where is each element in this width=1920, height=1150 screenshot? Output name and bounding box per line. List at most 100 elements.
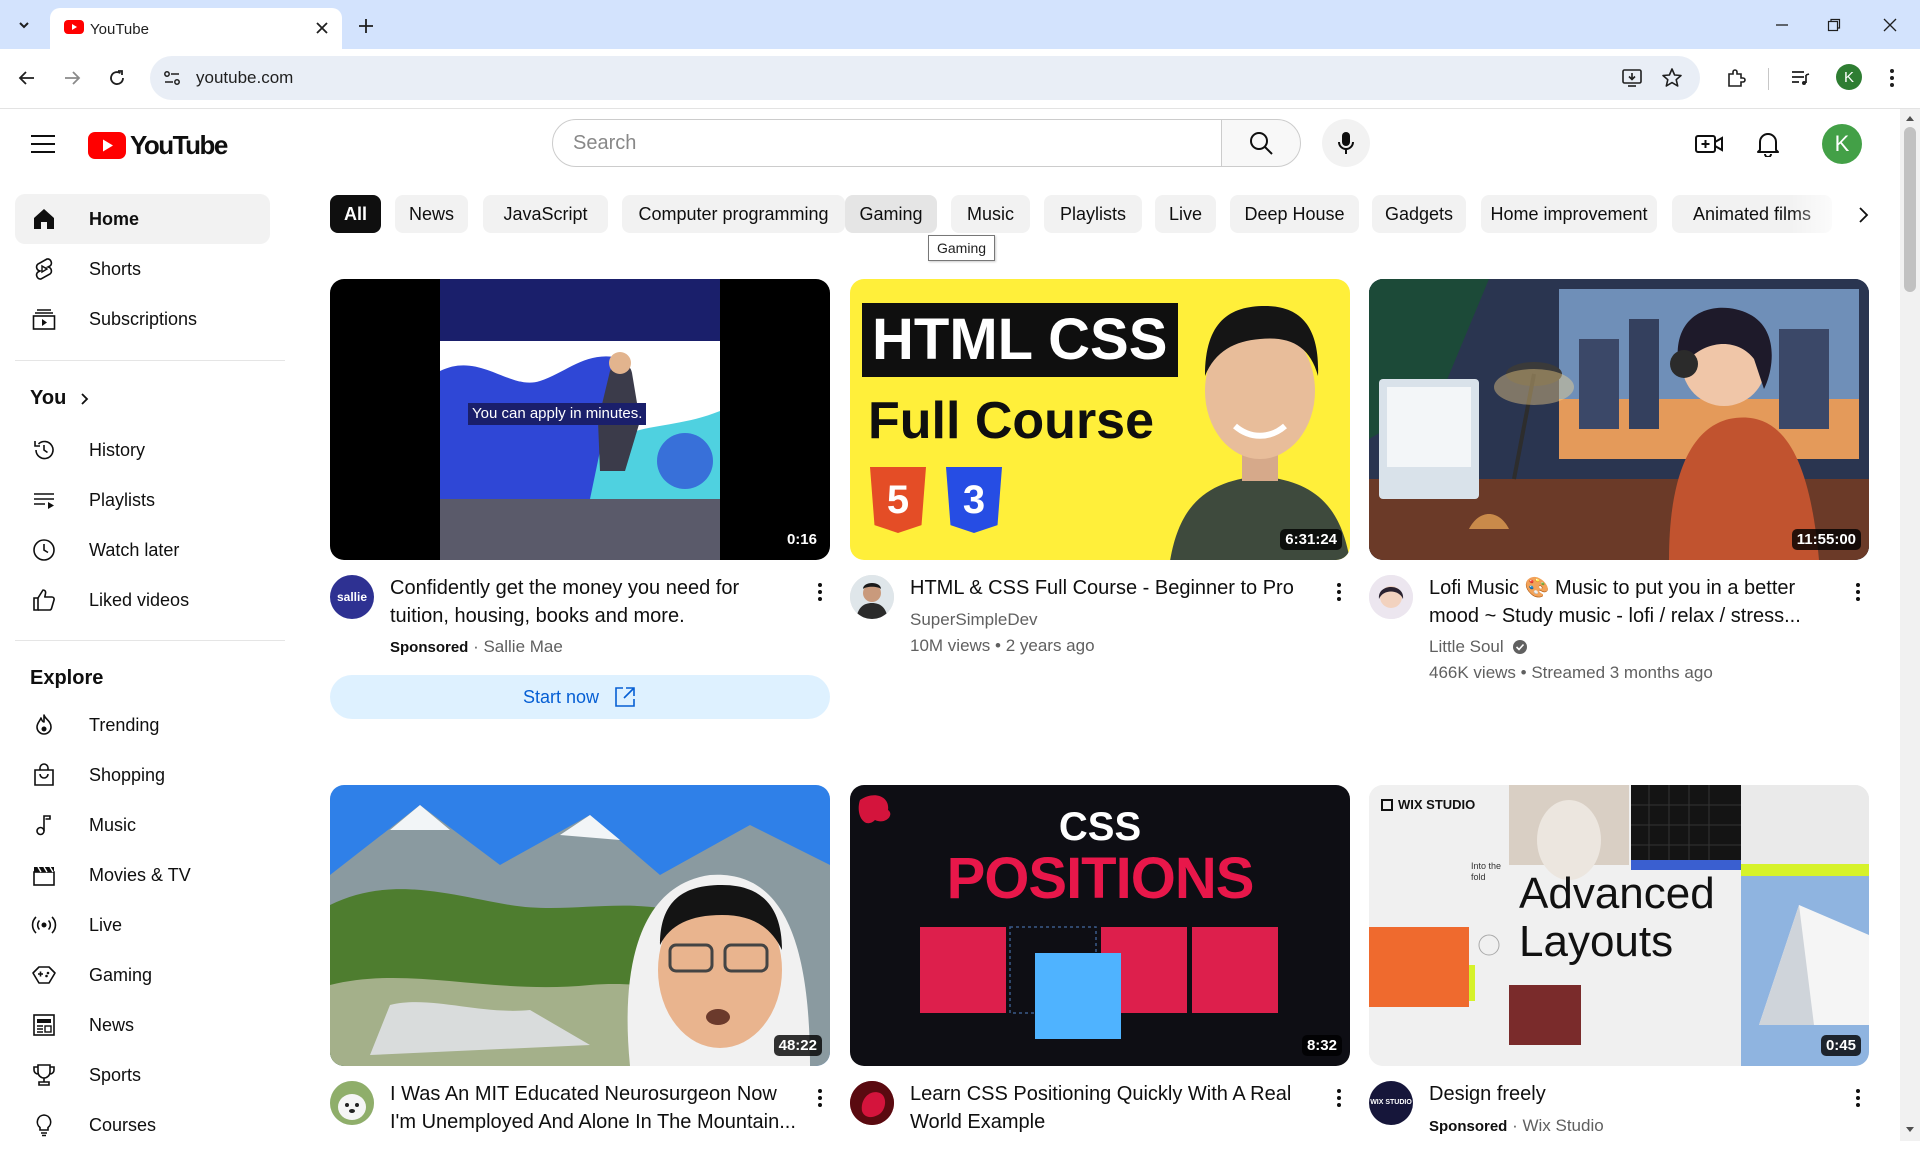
- chip-deep-house[interactable]: Deep House: [1230, 195, 1359, 233]
- chips-next-button[interactable]: [1848, 200, 1878, 230]
- video-thumbnail-mountains[interactable]: 48:22: [330, 785, 830, 1066]
- sidebar-item-playlists[interactable]: Playlists: [15, 475, 270, 525]
- page-scrollbar[interactable]: [1900, 109, 1920, 1141]
- video-thumbnail-html-css-course[interactable]: HTML CSS Full Course 5 3 6:31:24: [850, 279, 1350, 560]
- chip-gadgets[interactable]: Gadgets: [1372, 195, 1466, 233]
- install-app-icon[interactable]: [1620, 66, 1644, 90]
- chip-computer-programming[interactable]: Computer programming: [622, 195, 845, 233]
- chip-music[interactable]: Music: [951, 195, 1030, 233]
- kebab-menu-icon: [818, 583, 822, 601]
- video-duration: 8:32: [1301, 1035, 1342, 1056]
- video-more-button[interactable]: [1846, 577, 1870, 607]
- video-thumbnail-css-positions[interactable]: CSS POSITIONS 8:32: [850, 785, 1350, 1066]
- scrollbar-thumb[interactable]: [1904, 127, 1916, 292]
- video-title[interactable]: Confidently get the money you need for t…: [390, 574, 800, 630]
- youtube-logo[interactable]: YouTube: [88, 130, 228, 161]
- chip-playlists[interactable]: Playlists: [1044, 195, 1142, 233]
- thumbnail-subheadline: POSITIONS: [946, 846, 1255, 911]
- video-thumbnail-wix-studio[interactable]: WIX STUDIO Into the fold Advanced Layout…: [1369, 785, 1869, 1066]
- chevron-right-icon: [1859, 207, 1869, 223]
- video-title[interactable]: Learn CSS Positioning Quickly With A Rea…: [910, 1080, 1320, 1136]
- channel-avatar[interactable]: [1369, 575, 1413, 619]
- scroll-up-arrow-icon[interactable]: [1904, 113, 1916, 123]
- scroll-down-arrow-icon[interactable]: [1904, 1125, 1916, 1135]
- chip-gaming[interactable]: Gaming: [845, 195, 937, 233]
- channel-name[interactable]: Little Soul: [1429, 634, 1504, 660]
- sidebar-item-shopping[interactable]: Shopping: [15, 750, 270, 800]
- sidebar-item-history[interactable]: History: [15, 425, 270, 475]
- media-controls-button[interactable]: [1784, 62, 1816, 94]
- sidebar-item-music[interactable]: Music: [15, 800, 270, 850]
- voice-search-button[interactable]: [1322, 119, 1370, 167]
- channel-avatar[interactable]: WIX STUDIO: [1369, 1081, 1413, 1125]
- video-thumbnail-sallie-mae[interactable]: You can apply in minutes. 0:16: [330, 279, 830, 560]
- browser-menu-button[interactable]: [1876, 62, 1908, 94]
- search-button[interactable]: [1221, 119, 1301, 167]
- sidebar-item-shorts[interactable]: Shorts: [15, 244, 270, 294]
- channel-avatar[interactable]: sallie: [330, 575, 374, 619]
- guide-menu-button[interactable]: [28, 129, 58, 159]
- tab-close-icon[interactable]: [312, 18, 332, 38]
- sidebar-item-label: Trending: [89, 714, 160, 735]
- chip-javascript[interactable]: JavaScript: [483, 195, 608, 233]
- bookmark-star-icon[interactable]: [1660, 66, 1684, 90]
- notifications-button[interactable]: [1753, 129, 1783, 159]
- video-more-button[interactable]: [1846, 1083, 1870, 1113]
- sidebar-item-live[interactable]: Live: [15, 900, 270, 950]
- restore-window-button[interactable]: [1814, 10, 1854, 40]
- sidebar-item-courses[interactable]: Courses: [15, 1100, 270, 1150]
- sidebar-item-news[interactable]: News: [15, 1000, 270, 1050]
- channel-name[interactable]: Sallie Mae: [483, 637, 562, 656]
- chip-all[interactable]: All: [330, 195, 381, 233]
- account-avatar[interactable]: K: [1822, 124, 1862, 164]
- create-button[interactable]: [1694, 129, 1724, 159]
- tab-search-dropdown-button[interactable]: [8, 9, 40, 41]
- video-title[interactable]: Lofi Music 🎨 Music to put you in a bette…: [1429, 574, 1849, 630]
- chip-tooltip: Gaming: [928, 235, 996, 261]
- sidebar-item-subscriptions[interactable]: Subscriptions: [15, 294, 270, 344]
- channel-avatar[interactable]: [330, 1081, 374, 1125]
- tab-title: YouTube: [90, 21, 149, 38]
- video-title[interactable]: I Was An MIT Educated Neurosurgeon Now I…: [390, 1080, 800, 1136]
- you-heading-label: You: [30, 387, 67, 409]
- browser-profile-avatar[interactable]: K: [1836, 64, 1862, 90]
- video-more-button[interactable]: [1327, 1083, 1351, 1113]
- video-title[interactable]: HTML & CSS Full Course - Beginner to Pro: [910, 574, 1320, 602]
- sidebar-item-sports[interactable]: Sports: [15, 1050, 270, 1100]
- chip-news[interactable]: News: [395, 195, 468, 233]
- channel-avatar[interactable]: [850, 1081, 894, 1125]
- sidebar-item-trending[interactable]: Trending: [15, 700, 270, 750]
- chip-home-improvement[interactable]: Home improvement: [1481, 195, 1657, 233]
- sidebar-item-movies-tv[interactable]: Movies & TV: [15, 850, 270, 900]
- site-info-icon[interactable]: [162, 68, 182, 88]
- close-window-button[interactable]: [1870, 10, 1910, 40]
- address-bar[interactable]: youtube.com: [150, 56, 1700, 100]
- channel-name[interactable]: SuperSimpleDev: [910, 607, 1038, 633]
- back-button[interactable]: [11, 62, 43, 94]
- search-input[interactable]: [553, 120, 1193, 166]
- new-tab-button[interactable]: [352, 12, 380, 40]
- browser-tab[interactable]: YouTube: [50, 8, 342, 49]
- kebab-menu-icon: [1856, 583, 1860, 601]
- home-icon: [29, 204, 59, 234]
- video-more-button[interactable]: [1327, 577, 1351, 607]
- channel-name[interactable]: Wix Studio: [1522, 1116, 1603, 1135]
- video-more-button[interactable]: [808, 577, 832, 607]
- minimize-window-button[interactable]: [1762, 10, 1802, 40]
- video-title[interactable]: Design freely: [1429, 1080, 1839, 1108]
- live-icon: [29, 910, 59, 940]
- sidebar-you-heading[interactable]: You: [30, 387, 92, 410]
- sidebar-item-watch-later[interactable]: Watch later: [15, 525, 270, 575]
- extensions-button[interactable]: [1720, 62, 1752, 94]
- channel-avatar[interactable]: [850, 575, 894, 619]
- sidebar-item-liked-videos[interactable]: Liked videos: [15, 575, 270, 625]
- sidebar-item-gaming[interactable]: Gaming: [15, 950, 270, 1000]
- back-arrow-icon: [18, 71, 34, 85]
- sidebar-item-home[interactable]: Home: [15, 194, 270, 244]
- video-thumbnail-lofi-music[interactable]: 11:55:00: [1369, 279, 1869, 560]
- video-more-button[interactable]: [808, 1083, 832, 1113]
- start-now-button[interactable]: Start now: [330, 675, 830, 719]
- reload-button[interactable]: [101, 62, 133, 94]
- forward-button[interactable]: [56, 62, 88, 94]
- chip-live[interactable]: Live: [1155, 195, 1216, 233]
